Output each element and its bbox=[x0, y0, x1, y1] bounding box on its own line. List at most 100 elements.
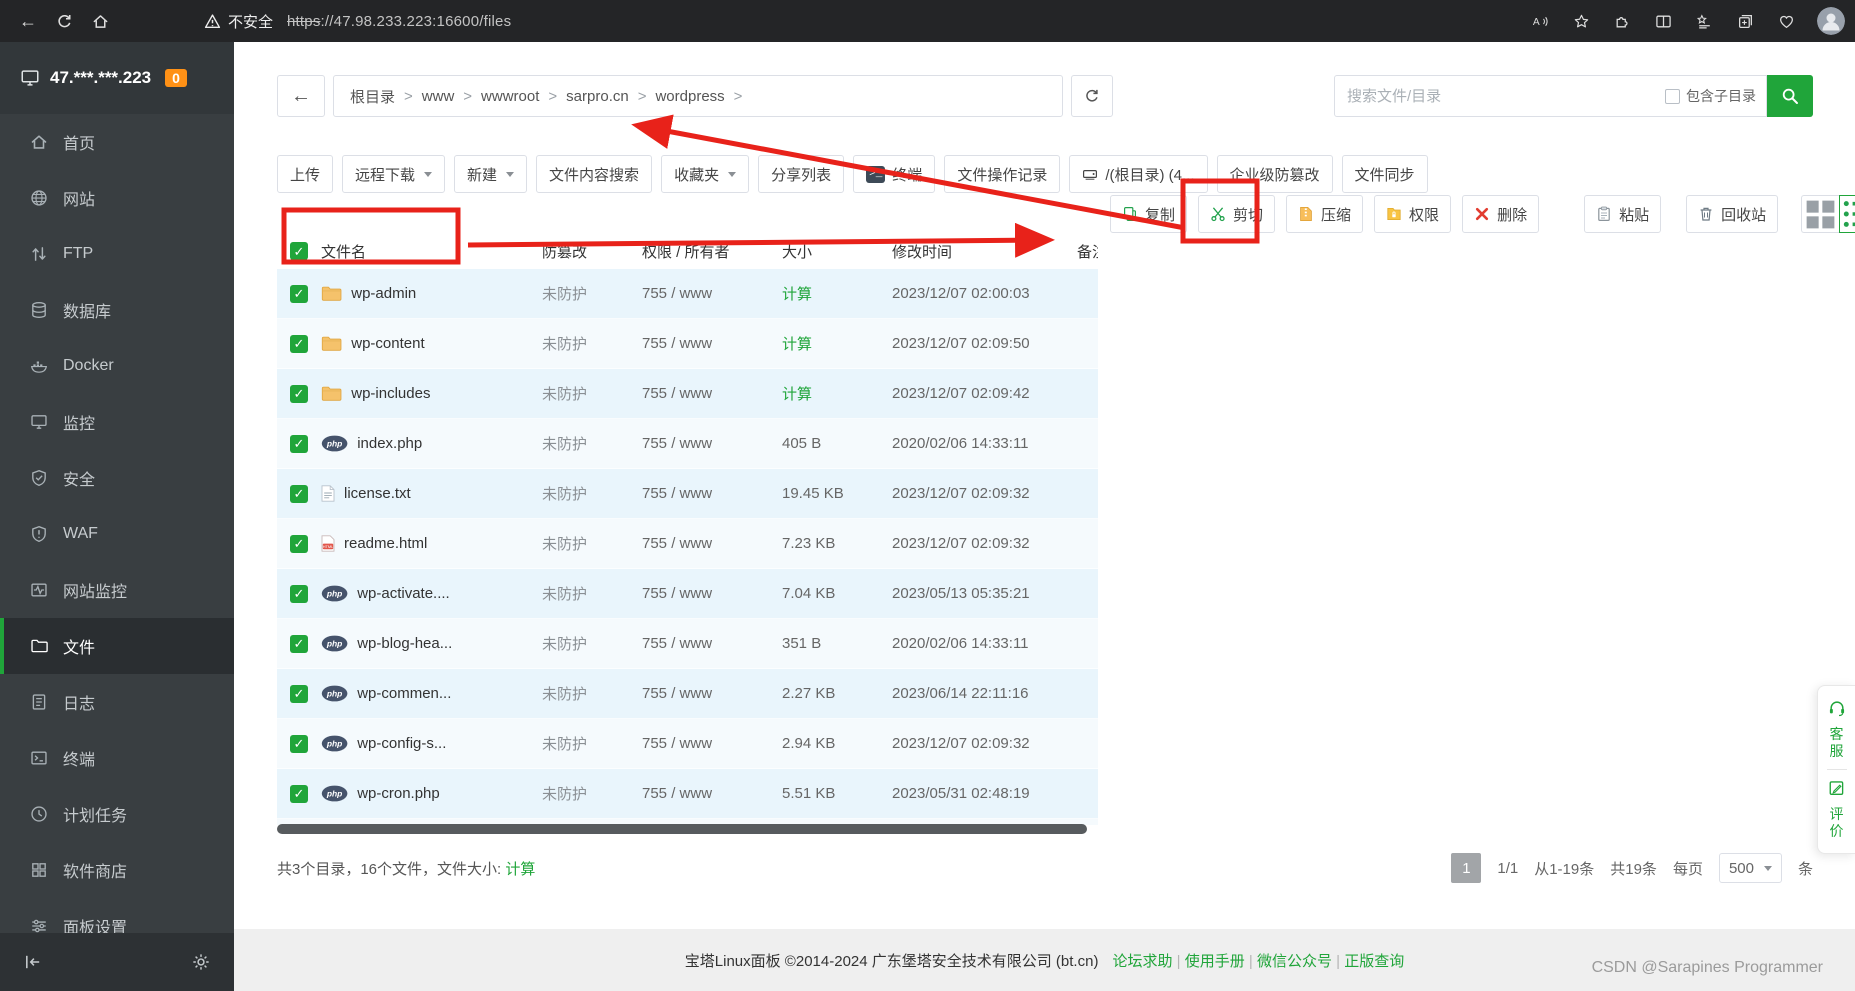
column-header-mtime[interactable]: 修改时间 bbox=[892, 241, 1077, 262]
feedback-icon[interactable] bbox=[1828, 779, 1846, 797]
toolbar-button[interactable]: 新建 bbox=[454, 155, 528, 193]
horizontal-scrollbar[interactable] bbox=[277, 824, 1087, 834]
column-header-tamper[interactable]: 防篡改 bbox=[542, 241, 642, 262]
table-row[interactable]: php wp-config-s... 未防护 755 / www 2.94 KB 2023… bbox=[277, 719, 1098, 769]
sidebar-item-monitor[interactable]: 监控 bbox=[0, 394, 234, 450]
toolbar-button[interactable]: 远程下载 bbox=[342, 155, 446, 193]
breadcrumb-item[interactable]: 根目录 bbox=[350, 86, 395, 107]
calc-size-link[interactable]: 计算 bbox=[505, 861, 535, 878]
row-checkbox[interactable] bbox=[290, 484, 308, 503]
feedback-link[interactable]: 评价 bbox=[1829, 806, 1845, 840]
file-name[interactable]: wp-includes bbox=[351, 385, 430, 402]
sidebar-item-log[interactable]: 日志 bbox=[0, 674, 234, 730]
breadcrumb-item[interactable]: www bbox=[422, 88, 455, 105]
toolbar-button[interactable]: 文件同步 bbox=[1341, 155, 1428, 193]
search-input[interactable] bbox=[1347, 87, 1657, 105]
browser-essentials-icon[interactable] bbox=[1768, 5, 1804, 37]
profile-avatar[interactable] bbox=[1817, 7, 1845, 35]
search-button[interactable] bbox=[1767, 75, 1813, 117]
file-name[interactable]: wp-content bbox=[351, 335, 424, 352]
footer-link[interactable]: 正版查询 bbox=[1344, 953, 1404, 970]
action-button[interactable]: 删除 bbox=[1462, 195, 1540, 233]
column-header-name[interactable]: 文件名 bbox=[321, 241, 542, 262]
toolbar-button[interactable]: 企业级防篡改 bbox=[1216, 155, 1333, 193]
sidebar-item-shield[interactable]: 安全 bbox=[0, 450, 234, 506]
per-page-select[interactable]: 500 bbox=[1718, 853, 1782, 883]
table-row[interactable]: license.txt 未防护 755 / www 19.45 KB 2023/12/0… bbox=[277, 469, 1098, 519]
customer-service-link[interactable]: 客服 bbox=[1829, 726, 1845, 760]
column-header-perm[interactable]: 权限 / 所有者 bbox=[642, 241, 782, 262]
server-header[interactable]: 47.***.***.223 0 bbox=[0, 42, 234, 114]
action-button[interactable]: 粘贴 bbox=[1584, 195, 1662, 233]
grid-view-icon[interactable] bbox=[1801, 195, 1840, 233]
sidebar-item-database[interactable]: 数据库 bbox=[0, 282, 234, 338]
file-name[interactable]: wp-config-s... bbox=[357, 735, 446, 752]
table-row[interactable]: php wp-commen... 未防护 755 / www 2.27 KB 2023/0… bbox=[277, 669, 1098, 719]
column-header-note[interactable]: 备注 bbox=[1077, 241, 1098, 262]
sidebar-item-terminal[interactable]: 终端 bbox=[0, 730, 234, 786]
table-row[interactable]: php wp-activate.... 未防护 755 / www 7.04 KB 202… bbox=[277, 569, 1098, 619]
read-aloud-icon[interactable]: A bbox=[1522, 5, 1558, 37]
path-back-button[interactable]: ← bbox=[277, 75, 325, 117]
cut-button[interactable]: 剪切 bbox=[1198, 195, 1276, 233]
action-button[interactable]: 回收站 bbox=[1686, 195, 1779, 233]
split-screen-icon[interactable] bbox=[1645, 5, 1681, 37]
sidebar-item-home[interactable]: 首页 bbox=[0, 114, 234, 170]
sidebar-item-globe[interactable]: 网站 bbox=[0, 170, 234, 226]
action-button[interactable]: 权限 bbox=[1374, 195, 1452, 233]
page-number-current[interactable]: 1 bbox=[1451, 853, 1482, 883]
collections-icon[interactable] bbox=[1727, 5, 1763, 37]
select-all-checkbox[interactable] bbox=[290, 242, 308, 260]
file-size[interactable]: 计算 bbox=[782, 383, 892, 404]
sidebar-item-pulse[interactable]: 网站监控 bbox=[0, 562, 234, 618]
list-view-icon[interactable] bbox=[1839, 195, 1855, 233]
toolbar-button[interactable]: >_ 终端 bbox=[853, 155, 936, 193]
sidebar-gear-icon[interactable] bbox=[192, 953, 210, 971]
file-size[interactable]: 计算 bbox=[782, 283, 892, 304]
row-checkbox[interactable] bbox=[290, 684, 308, 703]
toolbar-button[interactable]: 文件操作记录 bbox=[944, 155, 1061, 193]
table-row[interactable]: wp-content 未防护 755 / www 计算2023/12/07 02:09… bbox=[277, 319, 1098, 369]
sidebar-item-folder[interactable]: 文件 bbox=[0, 618, 234, 674]
headset-icon[interactable] bbox=[1828, 699, 1846, 717]
row-checkbox[interactable] bbox=[290, 734, 308, 753]
security-badge[interactable]: 不安全 bbox=[204, 11, 273, 32]
toolbar-button[interactable]: 上传 bbox=[277, 155, 334, 193]
footer-link[interactable]: 使用手册 bbox=[1185, 953, 1245, 970]
favorites-bar-icon[interactable] bbox=[1686, 5, 1722, 37]
footer-link[interactable]: 论坛求助 bbox=[1112, 953, 1172, 970]
browser-back-icon[interactable]: ← bbox=[10, 5, 46, 37]
row-checkbox[interactable] bbox=[290, 284, 308, 303]
breadcrumb-item[interactable]: wwwroot bbox=[481, 88, 539, 105]
browser-home-icon[interactable] bbox=[82, 5, 118, 37]
table-row[interactable]: wp-admin 未防护 755 / www 计算2023/12/07 02:00:0… bbox=[277, 269, 1098, 319]
breadcrumb-item[interactable]: wordpress bbox=[655, 88, 724, 105]
row-checkbox[interactable] bbox=[290, 584, 308, 603]
browser-refresh-icon[interactable] bbox=[46, 5, 82, 37]
message-count-badge[interactable]: 0 bbox=[165, 69, 187, 87]
toolbar-button[interactable]: 收藏夹 bbox=[661, 155, 750, 193]
sidebar-item-docker[interactable]: Docker bbox=[0, 338, 234, 394]
breadcrumb-item[interactable]: sarpro.cn bbox=[566, 88, 629, 105]
path-refresh-button[interactable] bbox=[1071, 75, 1113, 117]
row-checkbox[interactable] bbox=[290, 434, 308, 453]
file-name[interactable]: wp-activate.... bbox=[357, 585, 450, 602]
row-checkbox[interactable] bbox=[290, 534, 308, 553]
sidebar-item-waf[interactable]: WAF bbox=[0, 506, 234, 562]
table-row[interactable]: php index.php 未防护 755 / www 405 B 2020/02/06 … bbox=[277, 419, 1098, 469]
address-bar[interactable]: https://47.98.233.223:16600/files bbox=[287, 13, 511, 30]
table-row[interactable]: HTML readme.html 未防护 755 / www 7.23 KB 2023/1… bbox=[277, 519, 1098, 569]
extensions-icon[interactable] bbox=[1604, 5, 1640, 37]
include-subdir-checkbox[interactable]: 包含子目录 bbox=[1665, 86, 1756, 106]
action-button[interactable]: 复制 bbox=[1110, 195, 1188, 233]
file-name[interactable]: wp-cron.php bbox=[357, 785, 440, 802]
table-row[interactable]: php wp-blog-hea... 未防护 755 / www 351 B 2020/0… bbox=[277, 619, 1098, 669]
file-name[interactable]: license.txt bbox=[344, 485, 411, 502]
footer-link[interactable]: 微信公众号 bbox=[1257, 953, 1332, 970]
table-row[interactable]: php wp-cron.php 未防护 755 / www 5.51 KB 2023/05… bbox=[277, 769, 1098, 819]
file-name[interactable]: wp-blog-hea... bbox=[357, 635, 452, 652]
toolbar-button[interactable]: 文件内容搜索 bbox=[536, 155, 653, 193]
sidebar-item-store[interactable]: 软件商店 bbox=[0, 842, 234, 898]
file-name[interactable]: index.php bbox=[357, 435, 422, 452]
action-button[interactable]: 压缩 bbox=[1286, 195, 1364, 233]
